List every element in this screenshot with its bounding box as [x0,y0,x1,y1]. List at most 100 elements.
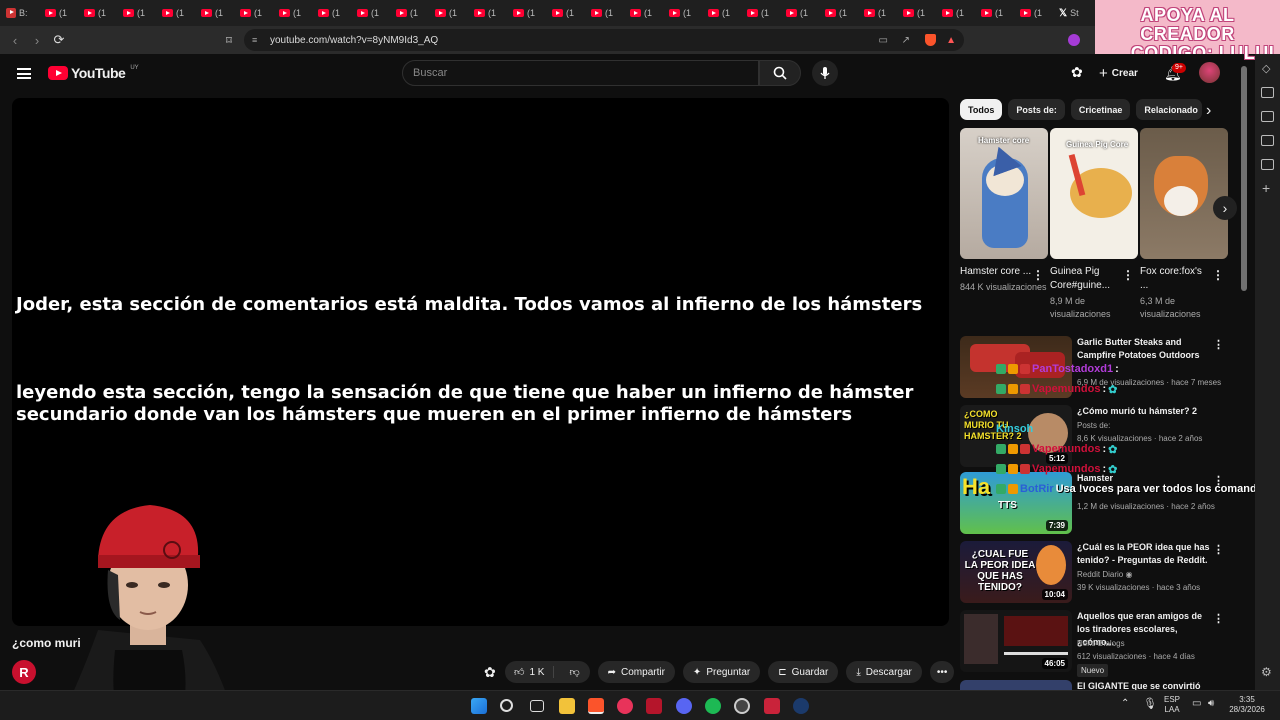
browser-tab[interactable]: (1 [552,0,591,26]
share-button[interactable]: ➦ Compartir [597,661,675,683]
streamer-icon[interactable]: ✿ [1071,64,1083,81]
recommended-video[interactable]: El GIGANTE que se convirtió en... [960,680,1230,690]
short-card[interactable]: Hamster core Hamster core ... 844 K visu… [960,128,1048,294]
brave-rewards-icon[interactable]: ▲ [946,35,956,46]
like-button[interactable]: 👍︎ 1 K [505,666,555,678]
recommended-video[interactable]: ¿CUAL FUE LA PEOR IDEA QUE HAS TENIDO? 1… [960,541,1230,603]
more-options-icon[interactable]: ⋮ [1213,338,1224,351]
search-input[interactable]: Buscar [402,60,759,86]
browser-tab[interactable]: (1 [435,0,474,26]
short-card[interactable]: Fox core:fox's ... 6,3 M de visualizacio… [1140,128,1228,321]
site-info-icon[interactable]: ≡ [252,35,257,45]
page-scrollbar[interactable] [1240,60,1248,690]
browser-tab[interactable]: (1 [825,0,864,26]
browser-tab[interactable]: (1 [201,0,240,26]
spotify-icon[interactable] [705,698,721,714]
browser-tab[interactable]: (1 [708,0,747,26]
youtube-logo[interactable]: YouTube UY [48,65,139,81]
brave-shield-icon[interactable] [925,34,936,46]
extension-icon[interactable] [1068,34,1080,46]
browser-tab[interactable]: (1 [123,0,162,26]
reload-button[interactable]: ⟳ [48,29,70,51]
browser-tab[interactable]: (1 [669,0,708,26]
short-more-icon[interactable]: ⋮ [1212,268,1224,282]
browser-tab[interactable]: (1 [45,0,84,26]
more-actions-button[interactable]: ••• [929,661,955,683]
brave-browser-icon[interactable] [588,698,604,714]
steam-icon[interactable] [793,698,809,714]
obs-icon[interactable] [734,698,750,714]
sidebar-settings-icon[interactable]: ⚙ [1261,665,1272,679]
chip-relacionado[interactable]: Relacionado [1136,99,1203,120]
chips-next-icon[interactable]: › [1206,102,1211,120]
browser-tab[interactable]: (1 [240,0,279,26]
input-language[interactable]: ESP LAA [1160,695,1184,715]
browser-tab[interactable]: (1 [162,0,201,26]
clock[interactable]: 3:35 28/3/2026 [1226,695,1268,715]
microphone-tray-icon[interactable]: 🎙︎ [1143,697,1157,710]
voice-search-button[interactable] [812,60,838,86]
browser-tab[interactable]: (1 [474,0,513,26]
browser-tab[interactable]: B: [6,0,45,26]
chip-cricetinae[interactable]: Cricetinae [1070,99,1131,120]
browser-tab[interactable]: (1 [786,0,825,26]
download-button[interactable]: ⤓ Descargar [846,661,922,683]
streaming-app-icon[interactable] [764,698,780,714]
browser-tab[interactable]: (1 [591,0,630,26]
browser-tab[interactable]: (1 [942,0,981,26]
browser-tab[interactable]: (1 [981,0,1020,26]
discord-icon[interactable] [676,698,692,714]
browser-tab[interactable]: (1 [279,0,318,26]
task-view-icon[interactable] [530,700,544,712]
channel-avatar[interactable]: R [12,660,36,684]
adobe-app-icon[interactable] [646,698,662,714]
media-player-icon[interactable] [617,698,633,714]
recommended-video[interactable]: 46:05 Aquellos que eran amigos de los ti… [960,610,1230,677]
cast-icon[interactable]: ▭ [879,35,888,46]
volume-icon[interactable]: 🔊︎ [1208,698,1214,709]
browser-tab[interactable]: (1 [903,0,942,26]
share-icon[interactable]: ↗ [902,35,910,46]
menu-icon[interactable] [17,68,31,79]
search-button[interactable] [759,60,801,86]
browser-tab[interactable]: (1 [318,0,357,26]
history-icon[interactable] [1261,159,1274,170]
short-more-icon[interactable]: ⋮ [1032,268,1044,282]
short-more-icon[interactable]: ⋮ [1122,268,1134,282]
user-avatar[interactable] [1199,62,1220,83]
browser-tab[interactable]: (1 [396,0,435,26]
windows-start-icon[interactable] [471,698,487,714]
browser-tab[interactable]: (1 [357,0,396,26]
network-icon[interactable]: ▭ [1192,698,1201,709]
leo-ai-icon[interactable]: ◇ [1262,62,1270,75]
forward-button[interactable]: › [26,29,48,51]
add-panel-icon[interactable]: + [1262,180,1270,196]
more-options-icon[interactable]: ⋮ [1213,612,1224,625]
chip-todos[interactable]: Todos [960,99,1003,120]
short-card[interactable]: Guinea Pig Core Guinea Pig Core#guine...… [1050,128,1138,321]
wallet-icon[interactable] [1261,111,1274,122]
browser-tab[interactable]: 𝕏 St [1059,0,1098,26]
tray-overflow-icon[interactable]: ⌃ [1121,698,1129,709]
browser-tab[interactable]: (1 [747,0,786,26]
bookmark-icon[interactable]: ⌑ [218,29,240,51]
browser-tab[interactable]: (1 [84,0,123,26]
ask-button[interactable]: ✦ Preguntar [682,661,761,683]
create-button[interactable]: + Crear [1099,62,1138,84]
browser-tab[interactable]: (1 [1020,0,1059,26]
back-button[interactable]: ‹ [4,29,26,51]
more-options-icon[interactable]: ⋮ [1213,543,1224,556]
chip-posts[interactable]: Posts de: [1008,99,1065,120]
scrollbar-thumb[interactable] [1241,66,1247,291]
reading-list-icon[interactable] [1261,87,1274,98]
browser-tab[interactable]: (1 [513,0,552,26]
address-bar[interactable]: ≡ youtube.com/watch?v=8yNM9Id3_AQ ▭ ↗ ▲ [244,29,964,51]
dislike-button[interactable]: 👎︎ [559,666,589,678]
shorts-next-button[interactable]: › [1213,196,1237,220]
browser-tab[interactable]: (1 [630,0,669,26]
taskbar-search-icon[interactable] [500,699,513,712]
bookmarks-icon[interactable] [1261,135,1274,146]
file-explorer-icon[interactable] [559,698,575,714]
save-button[interactable]: ⊏ Guardar [768,661,839,683]
browser-tab[interactable]: (1 [864,0,903,26]
